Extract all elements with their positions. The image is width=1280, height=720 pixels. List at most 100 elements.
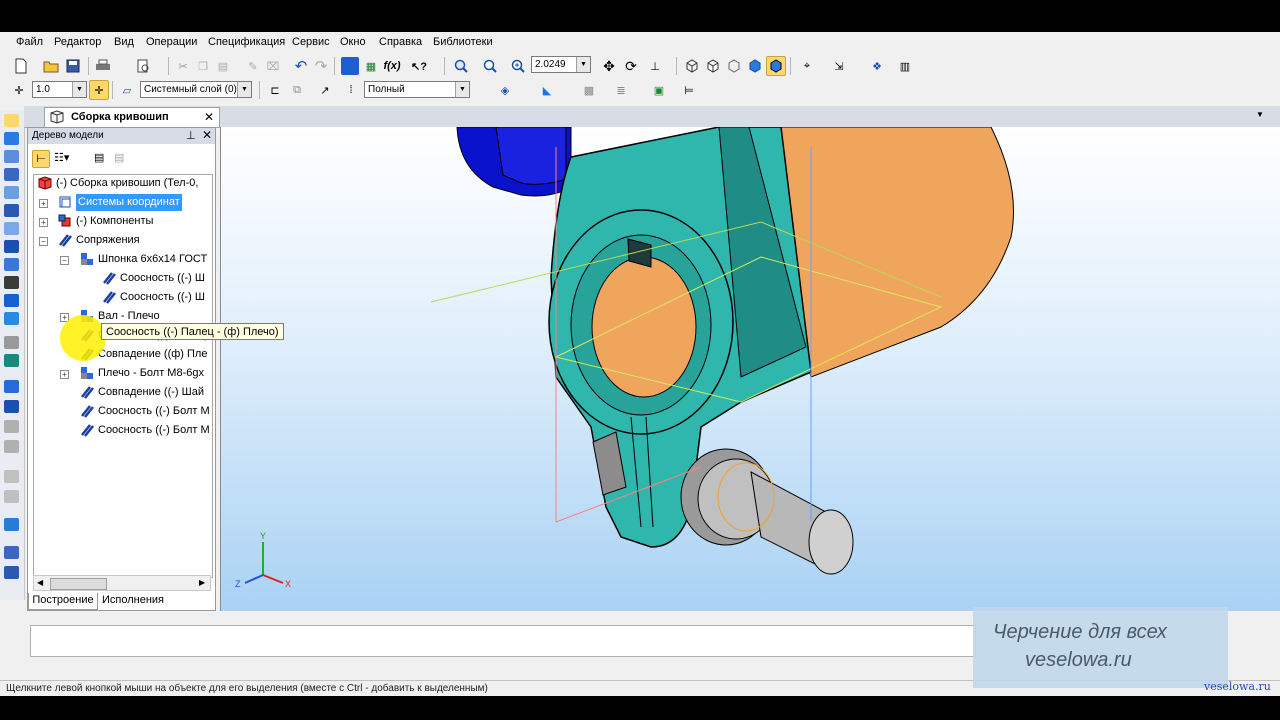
select-icon[interactable]: ⇲ — [830, 57, 848, 75]
assembly-3d-view[interactable] — [221, 127, 1280, 611]
scroll-left-icon[interactable]: ◀ — [37, 578, 43, 587]
tool-bom-icon[interactable] — [4, 566, 19, 579]
tree-order-icon[interactable]: ⊢ — [32, 150, 50, 168]
close-icon[interactable]: ✕ — [204, 110, 214, 124]
display-mode-combo[interactable]: Полный ▼ — [364, 81, 470, 98]
preview-icon[interactable] — [134, 57, 152, 75]
variables-icon[interactable]: ▦ — [362, 57, 380, 75]
snap-icon[interactable]: ✛ — [10, 81, 28, 99]
layer-combo[interactable]: Системный слой (0) ▼ — [140, 81, 252, 98]
model-viewport[interactable]: Y X Z — [220, 127, 1280, 611]
collapse-icon[interactable]: − — [60, 256, 69, 265]
zoom-all-icon[interactable] — [481, 57, 499, 75]
tree-item-coordinate-systems[interactable]: + Системы координат — [34, 194, 212, 211]
print-icon[interactable] — [94, 57, 112, 75]
layer-icon[interactable]: ▱ — [118, 81, 136, 99]
tool-measure-icon[interactable] — [4, 240, 19, 253]
tool-rotate-icon[interactable] — [4, 440, 19, 453]
dashboard-icon[interactable]: ▥ — [896, 57, 914, 75]
wireframe-icon[interactable] — [683, 57, 701, 75]
cursor-icon[interactable]: ↗ — [316, 81, 334, 99]
tool-elements-icon[interactable] — [4, 312, 19, 325]
tree-item-mate[interactable]: Соосность ((-) Ш — [34, 270, 212, 287]
tool-move-icon[interactable] — [4, 420, 19, 433]
menu-service[interactable]: Сервис — [292, 36, 330, 48]
chevron-down-icon[interactable]: ▼ — [72, 82, 86, 97]
tool-sketch-icon[interactable] — [4, 354, 19, 367]
help-pointer-icon[interactable]: ↖? — [410, 57, 428, 75]
tool-panel-icon[interactable] — [4, 114, 19, 127]
tool-arrays-icon[interactable] — [4, 186, 19, 199]
tree-item-mate-group[interactable]: − Шпонка 6x6x14 ГОСТ — [34, 251, 212, 268]
collapse-icon[interactable]: − — [39, 237, 48, 246]
tool-curves-icon[interactable] — [4, 150, 19, 163]
tool-hide-icon[interactable] — [4, 470, 19, 483]
tool-reports-icon[interactable] — [4, 294, 19, 307]
paste-icon[interactable]: ▤ — [214, 57, 232, 75]
chevron-down-icon[interactable]: ▼ — [576, 57, 590, 72]
horizontal-scrollbar[interactable]: ◀ ▶ — [33, 575, 211, 591]
document-tab[interactable]: Сборка кривошип ✕ — [44, 107, 220, 127]
menu-window[interactable]: Окно — [340, 36, 366, 48]
orient-icon[interactable]: ⧉ — [288, 81, 306, 99]
menu-view[interactable]: Вид — [114, 36, 134, 48]
scroll-right-icon[interactable]: ▶ — [199, 578, 205, 587]
new-file-icon[interactable] — [12, 57, 30, 75]
property-field[interactable] — [30, 625, 976, 657]
section-icon[interactable]: ◣ — [538, 81, 556, 99]
tree-item-mate[interactable]: Совпадение ((-) Шай — [34, 384, 212, 401]
tool-params-icon[interactable] — [4, 546, 19, 559]
tool-cube-icon[interactable] — [4, 380, 19, 393]
menu-specification[interactable]: Спецификация — [208, 36, 285, 48]
tree-item-mate[interactable]: Соосность ((-) Ш — [34, 289, 212, 306]
tool-spec-icon[interactable] — [4, 276, 19, 289]
tree-filter-icon[interactable]: ▤ — [114, 151, 124, 164]
properties-icon[interactable]: ✎ — [244, 57, 262, 75]
tool-edit-icon[interactable] — [4, 132, 19, 145]
tab-configurations[interactable]: Исполнения — [98, 593, 168, 609]
zoom-scale-combo[interactable]: 2.0249 ▼ — [531, 56, 591, 73]
tree-item-mate[interactable]: Соосность ((-) Болт М — [34, 403, 212, 420]
close-icon[interactable]: ✕ — [202, 128, 212, 142]
zoom-in-icon[interactable] — [509, 57, 527, 75]
orientation-icon[interactable]: ⊥ — [646, 57, 664, 75]
mode-icon[interactable]: ⁞ — [342, 81, 360, 99]
chevron-down-icon[interactable]: ▼ — [1256, 110, 1264, 119]
tool-surfaces-icon[interactable] — [4, 168, 19, 181]
expand-icon[interactable]: + — [60, 370, 69, 379]
tool-aux-icon[interactable] — [4, 204, 19, 217]
menu-file[interactable]: Файл — [16, 36, 43, 48]
step-combo[interactable]: 1.0 ▼ — [32, 81, 87, 98]
tree-item-root[interactable]: (-) Сборка кривошип (Тел-0, — [34, 175, 212, 192]
tree-item-components[interactable]: + (-) Компоненты — [34, 213, 212, 230]
copy-icon[interactable]: ❐ — [194, 57, 212, 75]
tool-sheet-icon[interactable] — [4, 336, 19, 349]
tree-item-mate-group[interactable]: + Плечо - Болт М8-6gx — [34, 365, 212, 382]
manager-icon[interactable] — [341, 57, 359, 75]
chevron-down-icon[interactable]: ▼ — [237, 82, 251, 97]
menu-help[interactable]: Справка — [379, 36, 422, 48]
chevron-down-icon[interactable]: ▼ — [455, 82, 469, 97]
shaded-edges-icon[interactable] — [766, 56, 786, 76]
expand-icon[interactable]: + — [39, 199, 48, 208]
pan-icon[interactable]: ✥ — [600, 57, 618, 75]
filter-icon[interactable]: ⌖ — [798, 57, 816, 75]
tree-item-mate[interactable]: Совпадение ((ф) Пле — [34, 346, 212, 363]
cut-icon[interactable]: ✂ — [174, 57, 192, 75]
menu-libraries[interactable]: Библиотеки — [433, 36, 493, 48]
zoom-window-icon[interactable] — [452, 57, 470, 75]
tree-item-mates[interactable]: − Сопряжения — [34, 232, 212, 249]
component-icon[interactable]: ▣ — [650, 81, 668, 99]
undo-icon[interactable]: ↶ — [292, 57, 310, 75]
open-folder-icon[interactable] — [42, 57, 60, 75]
mirror-icon[interactable]: ≣ — [612, 81, 630, 99]
hidden-lines-icon[interactable] — [704, 57, 722, 75]
local-cs-icon[interactable]: ⊏ — [266, 81, 284, 99]
tool-library-icon[interactable] — [4, 518, 19, 531]
tool-mates-icon[interactable] — [4, 222, 19, 235]
menu-edit[interactable]: Редактор — [54, 36, 101, 48]
tool-filters-icon[interactable] — [4, 258, 19, 271]
grid-snap-icon[interactable]: ✛ — [89, 80, 109, 100]
expand-icon[interactable]: + — [39, 218, 48, 227]
tool-assembly-icon[interactable] — [4, 400, 19, 413]
